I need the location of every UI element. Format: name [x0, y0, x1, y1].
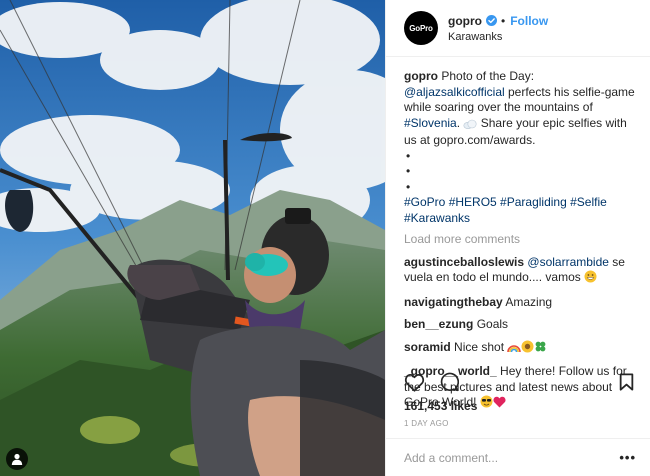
comment-item: navigatingthebay Amazing — [404, 295, 636, 311]
comment-text: Goals — [476, 317, 509, 331]
location-link[interactable]: Karawanks — [448, 31, 548, 43]
caption-bullet: • — [406, 179, 411, 194]
add-comment-bar: ••• — [386, 438, 650, 476]
caption-bullet: • — [406, 164, 411, 178]
comment-text: Amazing — [505, 294, 553, 309]
caption-mention[interactable]: @aljazsalkicofficial — [404, 85, 505, 99]
caption-bullet: • — [406, 148, 411, 163]
comment-item: agustinceballoslewis @solarrambide se vu… — [404, 255, 636, 288]
header-text: gopro • Follow Karawanks — [448, 14, 548, 43]
caption: gopro Photo of the Day: @aljazsalkicoffi… — [404, 69, 636, 226]
post-photo[interactable] — [0, 0, 385, 476]
paragliding-selfie-image — [0, 0, 385, 476]
comment-username[interactable]: ben__ezung — [404, 317, 473, 331]
header-top-row: gopro • Follow — [448, 14, 548, 28]
comment-username[interactable]: agustinceballoslewis — [404, 255, 524, 269]
follow-button[interactable]: Follow — [510, 14, 548, 28]
post-timestamp[interactable]: 1 DAY AGO — [404, 419, 449, 428]
caption-hashtags[interactable]: #GoPro #HERO5 #Paragliding #Selfie #Kara… — [404, 195, 636, 226]
rainbow-emoji-icon — [507, 342, 522, 358]
comment-username[interactable]: navigatingthebay — [404, 295, 503, 309]
comment-username[interactable]: soramid — [404, 340, 451, 354]
comment-icon[interactable] — [439, 372, 459, 392]
comment-item: ben__ezung Goals — [404, 317, 636, 333]
bookmark-icon[interactable] — [619, 373, 634, 391]
header-username[interactable]: gopro — [448, 14, 482, 28]
likes-count[interactable]: 161,453 likes — [404, 399, 477, 413]
sunflower-emoji-icon — [521, 340, 534, 358]
heart-emoji-icon — [493, 396, 506, 413]
caption-hashtag-location[interactable]: #Slovenia — [404, 116, 457, 130]
comment-text: Nice shot — [454, 339, 508, 354]
verified-badge-icon — [486, 15, 497, 26]
comment-item: soramid Nice shot — [404, 340, 636, 358]
avatar[interactable]: GoPro — [404, 11, 438, 45]
clover-emoji-icon — [534, 340, 547, 358]
load-more-comments-button[interactable]: Load more comments — [404, 232, 636, 248]
grin-emoji-icon — [584, 270, 597, 288]
caption-text-1: Photo of the Day: — [441, 69, 535, 83]
sunglasses-emoji-icon — [480, 395, 493, 413]
user-icon — [11, 453, 23, 465]
comments-section: gopro Photo of the Day: @aljazsalkicoffi… — [386, 57, 650, 413]
add-comment-input[interactable] — [404, 450, 620, 465]
cloud-emoji-icon — [463, 118, 477, 134]
heart-icon[interactable] — [404, 373, 425, 392]
caption-username[interactable]: gopro — [404, 69, 438, 83]
user-tag-icon[interactable] — [6, 448, 28, 470]
header-separator: • — [501, 13, 506, 28]
post-actions — [404, 371, 634, 393]
avatar-logo-text: GoPro — [409, 23, 433, 33]
post-details-panel: GoPro gopro • Follow Karawanks gopro Pho… — [385, 0, 650, 476]
comment-mention[interactable]: @solarrambide — [527, 255, 609, 269]
caption-text-3: . — [456, 115, 464, 130]
more-options-icon[interactable]: ••• — [619, 450, 636, 465]
post-header: GoPro gopro • Follow Karawanks — [386, 0, 650, 57]
